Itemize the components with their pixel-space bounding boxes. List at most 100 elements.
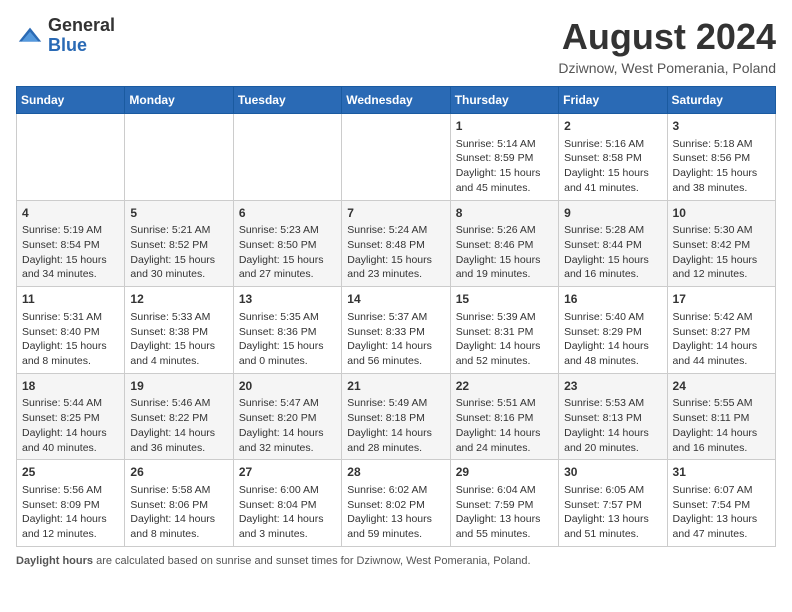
- day-number: 2: [564, 118, 661, 135]
- calendar-cell: 21Sunrise: 5:49 AMSunset: 8:18 PMDayligh…: [342, 373, 450, 460]
- day-info: Sunrise: 5:39 AMSunset: 8:31 PMDaylight:…: [456, 310, 553, 369]
- day-number: 26: [130, 464, 227, 481]
- calendar-header-tuesday: Tuesday: [233, 87, 341, 114]
- title-block: August 2024 Dziwnow, West Pomerania, Pol…: [558, 16, 776, 76]
- calendar-table: SundayMondayTuesdayWednesdayThursdayFrid…: [16, 86, 776, 547]
- day-number: 8: [456, 205, 553, 222]
- day-number: 30: [564, 464, 661, 481]
- month-year: August 2024: [558, 16, 776, 58]
- calendar-cell: 3 Sunrise: 5:18 AMSunset: 8:56 PMDaylight…: [667, 114, 775, 201]
- footer-description: are calculated based on sunrise and suns…: [93, 555, 531, 567]
- day-number: 13: [239, 291, 336, 308]
- calendar-cell: 4Sunrise: 5:19 AMSunset: 8:54 PMDaylight…: [17, 200, 125, 287]
- calendar-cell: 13 Sunrise: 5:35 AMSunset: 8:36 PMDayligh…: [233, 287, 341, 374]
- day-info: Sunrise: 5:19 AMSunset: 8:54 PMDaylight:…: [22, 223, 119, 282]
- calendar-week-3: 11 Sunrise: 5:31 AMSunset: 8:40 PMDayligh…: [17, 287, 776, 374]
- day-info: Sunrise: 5:56 AMSunset: 8:09 PMDaylight:…: [22, 483, 119, 542]
- calendar-cell: 24Sunrise: 5:55 AMSunset: 8:11 PMDayligh…: [667, 373, 775, 460]
- day-number: 7: [347, 205, 444, 222]
- calendar-cell: 1 Sunrise: 5:14 AMSunset: 8:59 PMDaylight…: [450, 114, 558, 201]
- day-info: Sunrise: 5:47 AMSunset: 8:20 PMDaylight:…: [239, 396, 336, 455]
- day-number: 25: [22, 464, 119, 481]
- day-info: Sunrise: 6:02 AMSunset: 8:02 PMDaylight:…: [347, 483, 444, 542]
- calendar-cell: 17Sunrise: 5:42 AMSunset: 8:27 PMDayligh…: [667, 287, 775, 374]
- day-info: Sunrise: 5:23 AMSunset: 8:50 PMDaylight:…: [239, 223, 336, 282]
- day-info: Sunrise: 5:35 AMSunset: 8:36 PMDaylight:…: [239, 310, 336, 369]
- day-number: 3: [673, 118, 770, 135]
- calendar-cell: 15Sunrise: 5:39 AMSunset: 8:31 PMDayligh…: [450, 287, 558, 374]
- day-info: Sunrise: 5:33 AMSunset: 8:38 PMDaylight:…: [130, 310, 227, 369]
- location: Dziwnow, West Pomerania, Poland: [558, 60, 776, 76]
- logo-text: General Blue: [48, 16, 115, 56]
- day-number: 31: [673, 464, 770, 481]
- day-number: 4: [22, 205, 119, 222]
- page-header: General Blue August 2024 Dziwnow, West P…: [16, 16, 776, 76]
- day-info: Sunrise: 5:18 AMSunset: 8:56 PMDaylight:…: [673, 137, 770, 196]
- day-info: Sunrise: 5:46 AMSunset: 8:22 PMDaylight:…: [130, 396, 227, 455]
- day-number: 17: [673, 291, 770, 308]
- day-info: Sunrise: 6:05 AMSunset: 7:57 PMDaylight:…: [564, 483, 661, 542]
- day-info: Sunrise: 5:53 AMSunset: 8:13 PMDaylight:…: [564, 396, 661, 455]
- day-number: 18: [22, 378, 119, 395]
- day-info: Sunrise: 5:26 AMSunset: 8:46 PMDaylight:…: [456, 223, 553, 282]
- day-info: Sunrise: 5:58 AMSunset: 8:06 PMDaylight:…: [130, 483, 227, 542]
- day-info: Sunrise: 5:44 AMSunset: 8:25 PMDaylight:…: [22, 396, 119, 455]
- day-info: Sunrise: 5:14 AMSunset: 8:59 PMDaylight:…: [456, 137, 553, 196]
- calendar-header-thursday: Thursday: [450, 87, 558, 114]
- day-number: 12: [130, 291, 227, 308]
- logo-icon: [16, 22, 44, 50]
- calendar-cell: 7Sunrise: 5:24 AMSunset: 8:48 PMDaylight…: [342, 200, 450, 287]
- day-number: 16: [564, 291, 661, 308]
- calendar-cell: 28 Sunrise: 6:02 AMSunset: 8:02 PMDayligh…: [342, 460, 450, 547]
- day-info: Sunrise: 6:00 AMSunset: 8:04 PMDaylight:…: [239, 483, 336, 542]
- calendar-week-4: 18Sunrise: 5:44 AMSunset: 8:25 PMDayligh…: [17, 373, 776, 460]
- day-number: 21: [347, 378, 444, 395]
- calendar-cell: 2 Sunrise: 5:16 AMSunset: 8:58 PMDaylight…: [559, 114, 667, 201]
- day-number: 20: [239, 378, 336, 395]
- day-number: 10: [673, 205, 770, 222]
- day-number: 24: [673, 378, 770, 395]
- day-info: Sunrise: 5:21 AMSunset: 8:52 PMDaylight:…: [130, 223, 227, 282]
- day-number: 1: [456, 118, 553, 135]
- calendar-cell: 30 Sunrise: 6:05 AMSunset: 7:57 PMDayligh…: [559, 460, 667, 547]
- footer: Daylight hours are calculated based on s…: [16, 555, 776, 567]
- calendar-cell: 9Sunrise: 5:28 AMSunset: 8:44 PMDaylight…: [559, 200, 667, 287]
- day-number: 11: [22, 291, 119, 308]
- calendar-cell: [342, 114, 450, 201]
- day-number: 28: [347, 464, 444, 481]
- day-number: 29: [456, 464, 553, 481]
- day-number: 14: [347, 291, 444, 308]
- calendar-header-friday: Friday: [559, 87, 667, 114]
- calendar-cell: 10Sunrise: 5:30 AMSunset: 8:42 PMDayligh…: [667, 200, 775, 287]
- day-info: Sunrise: 5:40 AMSunset: 8:29 PMDaylight:…: [564, 310, 661, 369]
- calendar-cell: [233, 114, 341, 201]
- calendar-cell: 31Sunrise: 6:07 AMSunset: 7:54 PMDayligh…: [667, 460, 775, 547]
- calendar-cell: 12 Sunrise: 5:33 AMSunset: 8:38 PMDayligh…: [125, 287, 233, 374]
- calendar-cell: 18Sunrise: 5:44 AMSunset: 8:25 PMDayligh…: [17, 373, 125, 460]
- calendar-cell: 6Sunrise: 5:23 AMSunset: 8:50 PMDaylight…: [233, 200, 341, 287]
- day-number: 5: [130, 205, 227, 222]
- calendar-cell: 16 Sunrise: 5:40 AMSunset: 8:29 PMDayligh…: [559, 287, 667, 374]
- calendar-cell: 25 Sunrise: 5:56 AMSunset: 8:09 PMDayligh…: [17, 460, 125, 547]
- day-info: Sunrise: 5:28 AMSunset: 8:44 PMDaylight:…: [564, 223, 661, 282]
- calendar-week-1: 1 Sunrise: 5:14 AMSunset: 8:59 PMDaylight…: [17, 114, 776, 201]
- day-info: Sunrise: 6:04 AMSunset: 7:59 PMDaylight:…: [456, 483, 553, 542]
- footer-label: Daylight hours: [16, 555, 93, 567]
- day-number: 9: [564, 205, 661, 222]
- calendar-cell: [125, 114, 233, 201]
- day-number: 6: [239, 205, 336, 222]
- day-info: Sunrise: 5:31 AMSunset: 8:40 PMDaylight:…: [22, 310, 119, 369]
- day-number: 27: [239, 464, 336, 481]
- day-info: Sunrise: 5:24 AMSunset: 8:48 PMDaylight:…: [347, 223, 444, 282]
- calendar-cell: 8Sunrise: 5:26 AMSunset: 8:46 PMDaylight…: [450, 200, 558, 287]
- calendar-cell: 22Sunrise: 5:51 AMSunset: 8:16 PMDayligh…: [450, 373, 558, 460]
- logo: General Blue: [16, 16, 115, 56]
- calendar-header-saturday: Saturday: [667, 87, 775, 114]
- calendar-header-row: SundayMondayTuesdayWednesdayThursdayFrid…: [17, 87, 776, 114]
- calendar-cell: 27 Sunrise: 6:00 AMSunset: 8:04 PMDayligh…: [233, 460, 341, 547]
- day-number: 23: [564, 378, 661, 395]
- day-info: Sunrise: 5:16 AMSunset: 8:58 PMDaylight:…: [564, 137, 661, 196]
- calendar-header-monday: Monday: [125, 87, 233, 114]
- day-info: Sunrise: 5:51 AMSunset: 8:16 PMDaylight:…: [456, 396, 553, 455]
- calendar-cell: 11 Sunrise: 5:31 AMSunset: 8:40 PMDayligh…: [17, 287, 125, 374]
